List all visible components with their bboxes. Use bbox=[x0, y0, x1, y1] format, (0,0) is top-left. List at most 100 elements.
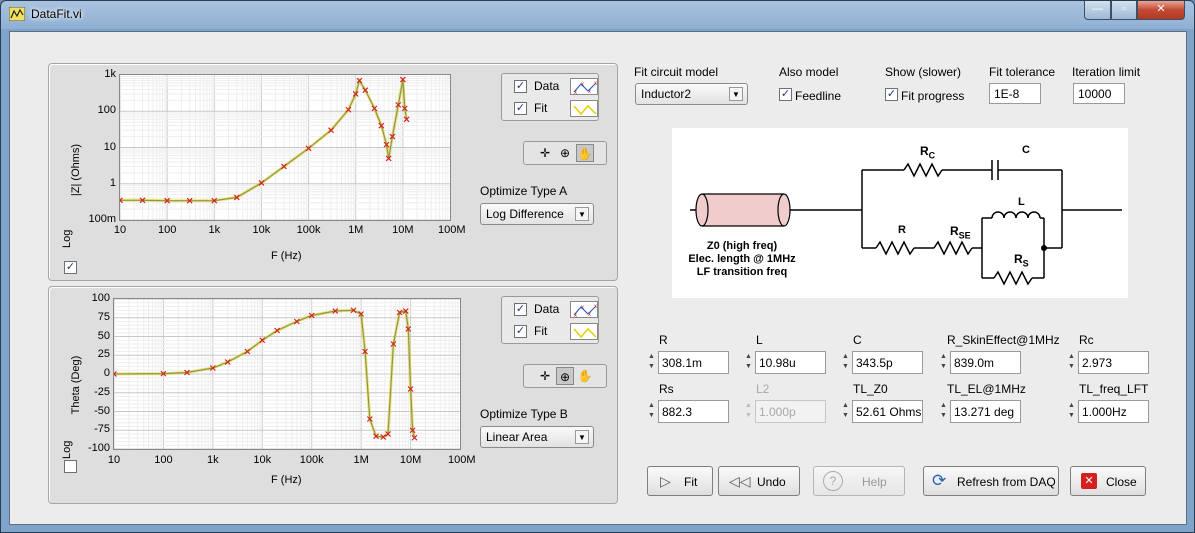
param-r-skineffect-1mhz-input[interactable]: 839.0m bbox=[950, 351, 1021, 374]
undo-button[interactable]: ◁◁ Undo bbox=[718, 466, 800, 496]
param-r-skineffect-1mhz-label: R_SkinEffect@1MHz bbox=[947, 333, 1060, 347]
spin-arrows-icon[interactable]: ▲ ▼ bbox=[647, 401, 656, 422]
x-tick-label: 10M bbox=[399, 454, 422, 466]
svg-text:x: x bbox=[581, 305, 584, 311]
data-series-icon[interactable]: xx xx bbox=[570, 78, 598, 95]
spin-arrows-icon[interactable]: ▲ ▼ bbox=[939, 401, 948, 422]
close-button[interactable]: ✕ Close bbox=[1070, 466, 1146, 496]
y-tick-label: 25 bbox=[97, 348, 110, 361]
phase-legend: ✓ Data xx xx ✓ Fit bbox=[501, 296, 599, 344]
param-r-input[interactable]: 308.1m bbox=[658, 351, 729, 374]
spin-arrows-icon[interactable]: ▲ ▼ bbox=[1067, 401, 1076, 422]
magnitude-plot[interactable] bbox=[119, 74, 451, 221]
tl-z0-note: Z0 (high freq) bbox=[706, 240, 778, 252]
client-area: |Z| (Ohms) Log ✓ F (Hz) ✓ Data xx xx ✓ F… bbox=[9, 31, 1187, 525]
y-tick-label: -50 bbox=[94, 404, 110, 417]
mag-data-checkbox[interactable]: ✓ bbox=[514, 80, 527, 93]
mag-fit-checkbox[interactable]: ✓ bbox=[514, 102, 527, 115]
cursor-tool-icon[interactable]: ✛ bbox=[536, 144, 554, 162]
mag-fit-label: Fit bbox=[534, 101, 548, 115]
pan-tool-icon[interactable]: ✋ bbox=[576, 144, 594, 162]
optimize-a-select[interactable]: Log Difference ▼ bbox=[480, 203, 594, 225]
param-l-label: L bbox=[756, 333, 763, 347]
fit-tolerance-input[interactable]: 1E-8 bbox=[989, 83, 1041, 104]
param-tl-z0-label: TL_Z0 bbox=[853, 382, 888, 396]
param-tl-freq-lft-input[interactable]: 1.000Hz bbox=[1078, 400, 1149, 423]
minimize-button[interactable]: — bbox=[1084, 1, 1111, 20]
svg-text:x: x bbox=[588, 312, 591, 318]
phase-log-checkbox[interactable] bbox=[64, 460, 77, 473]
spin-arrows-icon[interactable]: ▲ ▼ bbox=[841, 352, 850, 373]
param-l2-input[interactable]: 1.000p bbox=[755, 400, 826, 423]
phase-fit-checkbox[interactable]: ✓ bbox=[514, 325, 527, 338]
dropdown-arrow-icon: ▼ bbox=[575, 207, 589, 221]
title-bar[interactable]: DataFit.vi — ▫ ✕ bbox=[1, 1, 1194, 29]
fit-progress-label: Fit progress bbox=[901, 89, 965, 103]
phase-data-checkbox[interactable]: ✓ bbox=[514, 303, 527, 316]
param-rc-input[interactable]: 2.973 bbox=[1078, 351, 1149, 374]
fit-tolerance-label: Fit tolerance bbox=[989, 65, 1056, 79]
feedline-checkbox[interactable]: ✓ bbox=[779, 88, 792, 101]
window: DataFit.vi — ▫ ✕ |Z| (Ohms) Log ✓ F (Hz)… bbox=[0, 0, 1195, 533]
window-close-button[interactable]: ✕ bbox=[1137, 1, 1185, 20]
param-rs-input[interactable]: 882.3 bbox=[658, 400, 729, 423]
zoom-tool-icon[interactable]: ⊕ bbox=[556, 144, 574, 162]
show-slower-label: Show (slower) bbox=[885, 65, 962, 79]
phase-xlabel: F (Hz) bbox=[271, 474, 302, 486]
param-l-control: ▲ ▼ 10.98u bbox=[744, 351, 826, 374]
mag-xlabel: F (Hz) bbox=[271, 250, 302, 262]
param-tl-el-1mhz-input[interactable]: 13.271 deg bbox=[950, 400, 1021, 423]
phase-log-label: Log bbox=[61, 440, 73, 459]
spin-arrows-icon[interactable]: ▲ ▼ bbox=[744, 352, 753, 373]
spin-arrows-icon[interactable]: ▲ ▼ bbox=[939, 352, 948, 373]
data-series-points bbox=[120, 76, 410, 204]
spin-arrows-icon[interactable]: ▲ ▼ bbox=[744, 401, 753, 422]
feedline-check-icon: ✓ bbox=[780, 88, 791, 100]
param-c-input[interactable]: 343.5p bbox=[852, 351, 923, 374]
fit-button-label: Fit bbox=[684, 475, 698, 489]
x-tick-label: 1M bbox=[348, 224, 364, 236]
phase-plot[interactable] bbox=[113, 298, 461, 450]
fit-progress-checkbox[interactable]: ✓ bbox=[885, 88, 898, 101]
y-tick-label: 100m bbox=[88, 213, 116, 225]
data-series-icon[interactable]: xx xx bbox=[570, 301, 598, 318]
y-tick-label: 100 bbox=[91, 292, 110, 304]
circuit-model-select[interactable]: Inductor2 ▼ bbox=[635, 83, 748, 105]
spin-arrows-icon[interactable]: ▲ ▼ bbox=[841, 401, 850, 422]
iteration-limit-label: Iteration limit bbox=[1072, 65, 1141, 79]
spin-arrows-icon[interactable]: ▲ ▼ bbox=[1067, 352, 1076, 373]
fit-series-icon[interactable] bbox=[570, 323, 598, 340]
y-tick-label: -25 bbox=[94, 385, 110, 398]
x-tick-label: 100k bbox=[299, 454, 324, 466]
phase-data-check-icon: ✓ bbox=[515, 303, 526, 315]
cursor-tool-icon[interactable]: ✛ bbox=[536, 367, 554, 385]
x-tick-label: 10 bbox=[113, 224, 127, 236]
magnitude-chart-svg bbox=[120, 75, 450, 220]
fit-series-icon[interactable] bbox=[570, 100, 598, 117]
param-tl-z0-input[interactable]: 52.61 Ohms bbox=[852, 400, 923, 423]
param-l-input[interactable]: 10.98u bbox=[755, 351, 826, 374]
y-tick-label: 100 bbox=[97, 104, 116, 117]
help-button[interactable]: ? Help bbox=[813, 466, 905, 496]
mag-log-checkbox[interactable]: ✓ bbox=[64, 261, 77, 274]
iteration-limit-input[interactable]: 10000 bbox=[1073, 83, 1125, 104]
optimize-b-value: Linear Area bbox=[486, 430, 548, 444]
param-rs-control: ▲ ▼ 882.3 bbox=[647, 400, 729, 423]
help-button-label: Help bbox=[862, 475, 887, 489]
play-icon: ▷ bbox=[660, 473, 671, 489]
refresh-daq-button[interactable]: ⟳ Refresh from DAQ bbox=[923, 466, 1059, 496]
fit-button[interactable]: ▷ Fit bbox=[647, 466, 713, 496]
optimize-b-select[interactable]: Linear Area ▼ bbox=[480, 426, 594, 448]
maximize-button[interactable]: ▫ bbox=[1111, 1, 1137, 20]
param-rc-label: Rc bbox=[1079, 333, 1094, 347]
svg-text:x: x bbox=[574, 313, 577, 318]
pan-tool-icon[interactable]: ✋ bbox=[576, 367, 594, 385]
mag-data-label: Data bbox=[534, 79, 560, 93]
spin-arrows-icon[interactable]: ▲ ▼ bbox=[647, 352, 656, 373]
zoom-tool-icon[interactable]: ⊕ bbox=[556, 367, 574, 385]
x-tick-label: 10k bbox=[253, 454, 272, 466]
dropdown-arrow-icon: ▼ bbox=[575, 430, 589, 444]
x-tick-label: 100 bbox=[154, 454, 173, 466]
y-tick-label: 0 bbox=[103, 367, 110, 379]
svg-text:x: x bbox=[594, 81, 597, 87]
